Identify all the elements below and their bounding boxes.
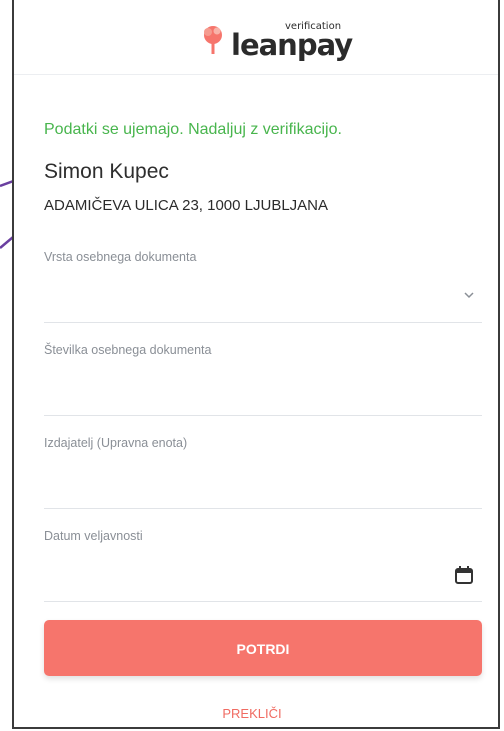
chevron-down-icon[interactable] (464, 290, 474, 300)
person-name: Simon Kupec (44, 160, 169, 183)
header: verification leanpay (14, 0, 498, 75)
confirm-button[interactable]: POTRDI (44, 620, 482, 676)
document-number-field[interactable]: Številka osebnega dokumenta (44, 343, 482, 416)
document-number-label: Številka osebnega dokumenta (44, 343, 212, 357)
document-type-label: Vrsta osebnega dokumenta (44, 250, 197, 264)
success-message: Podatki se ujemajo. Nadaljuj z verifikac… (44, 121, 342, 138)
tree-icon (204, 26, 222, 54)
logo-wordmark: leanpay (231, 28, 353, 62)
expiry-date-label: Datum veljavnosti (44, 529, 143, 543)
issuer-field[interactable]: Izdajatelj (Upravna enota) (44, 436, 482, 509)
leanpay-logo: verification leanpay (195, 16, 355, 60)
document-type-select[interactable]: Vrsta osebnega dokumenta (44, 250, 482, 323)
issuer-label: Izdajatelj (Upravna enota) (44, 436, 188, 450)
person-address: ADAMIČEVA ULICA 23, 1000 LJUBLJANA (44, 197, 329, 214)
calendar-icon[interactable] (454, 565, 474, 585)
cancel-link[interactable]: PREKLIČI (14, 706, 490, 721)
expiry-date-field[interactable]: Datum veljavnosti (44, 529, 482, 602)
verification-panel: verification leanpay Podatki se ujemajo.… (12, 0, 500, 729)
